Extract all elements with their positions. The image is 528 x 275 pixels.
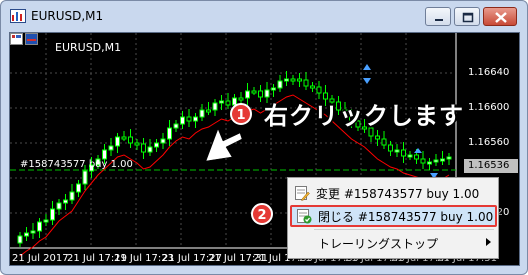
candle-body [69, 191, 75, 201]
candle-body [433, 159, 439, 163]
menu-item-trailing-stop[interactable]: トレーリングストップ [290, 232, 497, 254]
candle-body [212, 102, 218, 111]
minimize-icon [435, 19, 443, 21]
candle-body [56, 202, 62, 210]
candle-body [440, 158, 445, 162]
modify-order-icon [295, 186, 310, 201]
submenu-arrow-icon [486, 238, 491, 246]
candle-body [381, 138, 387, 146]
candle-body [43, 219, 49, 223]
chart-window-icon [10, 9, 26, 23]
candle-body [225, 100, 231, 106]
close-icon [495, 12, 507, 23]
candle-body [193, 116, 198, 122]
candle-body [407, 154, 413, 158]
menu-item-close-order[interactable]: 閉じる #158743577 buy 1.00 [290, 205, 497, 227]
candle-body [63, 199, 68, 204]
minimize-button[interactable] [425, 7, 451, 26]
candle-body [134, 142, 140, 146]
candle-body [258, 90, 263, 98]
title-bar[interactable]: EURUSD,M1 [1, 1, 527, 31]
candle-body [375, 135, 380, 140]
candle-body [121, 136, 127, 140]
chart-symbol-icon [10, 33, 38, 45]
maximize-icon [462, 12, 474, 23]
candle-body [141, 143, 146, 153]
x-axis-label: 21 Jul 2017 [12, 253, 69, 264]
window-title: EURUSD,M1 [31, 9, 104, 23]
y-axis-label: 1.16640 [468, 67, 510, 78]
candle-body [310, 85, 315, 89]
candle-body [427, 161, 432, 165]
candle-body [50, 208, 55, 221]
maximize-button[interactable] [454, 7, 480, 26]
menu-item-modify-order[interactable]: 変更 #158743577 buy 1.00 [290, 182, 497, 204]
candle-body [245, 90, 250, 99]
step-1-badge: 1 [230, 103, 252, 125]
candle-body [173, 123, 179, 129]
candle-body [388, 144, 393, 152]
chart-window: EURUSD,M1 EURUSD,M1 1.16640 1.16600 1.16… [0, 0, 528, 275]
candle-body [238, 97, 244, 101]
y-axis-label: 1.16600 [468, 102, 510, 113]
y-axis-label: 1.16560 [468, 137, 510, 148]
menu-item-label: トレーリングストップ [318, 237, 439, 251]
menu-item-label: 閉じる #158743577 buy 1.00 [318, 210, 494, 224]
close-window-button[interactable] [483, 7, 517, 26]
candle-body [82, 170, 88, 185]
candle-body [401, 149, 406, 157]
context-menu: 変更 #158743577 buy 1.00 閉じる #158743577 bu… [287, 177, 499, 259]
candle-body [76, 183, 81, 193]
candle-body [297, 78, 302, 82]
chart-symbol-label: EURUSD,M1 [55, 41, 122, 54]
candle-body [414, 154, 419, 160]
candle-body [30, 230, 36, 234]
current-price-label: 1.16536 [464, 159, 518, 173]
candle-body [102, 149, 107, 160]
candle-body [251, 90, 257, 94]
candle-body [219, 100, 224, 104]
order-line-label[interactable]: #158743577 buy 1.00 [20, 159, 133, 170]
candle-body [284, 78, 289, 82]
candle-body [420, 158, 426, 164]
candle-body [154, 142, 159, 148]
candle-body [108, 145, 114, 151]
candle-body [128, 136, 133, 144]
candle-body [17, 235, 23, 244]
menu-separator [314, 229, 494, 230]
candle-body [115, 136, 120, 147]
candle-body [24, 232, 29, 237]
candle-body [167, 127, 172, 140]
candle-body [199, 109, 205, 118]
menu-item-label: 変更 #158743577 buy 1.00 [316, 187, 480, 201]
candle-body [277, 80, 283, 89]
step-1-instruction: 右クリックします [264, 102, 464, 130]
candle-body [37, 221, 42, 232]
candle-body [316, 86, 322, 94]
candle-body [394, 149, 400, 153]
callout-1-pointer [205, 128, 243, 162]
close-order-icon [297, 209, 312, 224]
candle-body [303, 79, 309, 87]
candle-body [186, 116, 192, 122]
candle-body [446, 156, 452, 160]
candle-body [147, 146, 153, 153]
candle-body [180, 116, 185, 125]
candle-body [206, 109, 211, 113]
candle-body [290, 78, 296, 82]
step-2-badge: 2 [251, 203, 273, 225]
candle-body [271, 87, 276, 91]
candle-body [160, 138, 166, 144]
